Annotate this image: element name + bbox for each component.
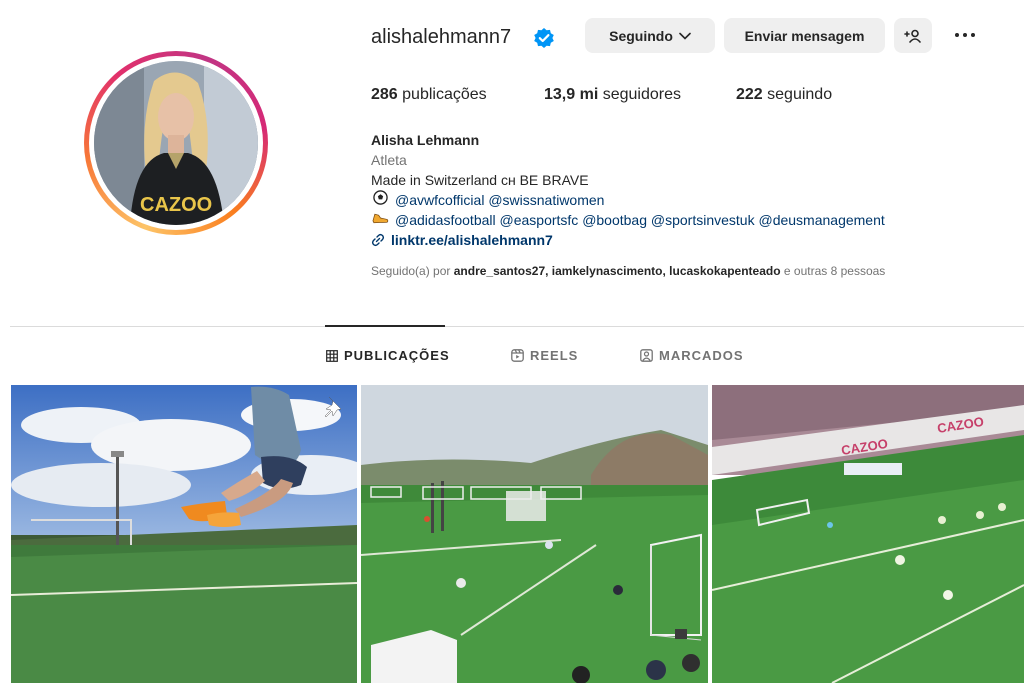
- following-count: 222: [736, 86, 763, 103]
- svg-text:CAZOO: CAZOO: [140, 194, 212, 216]
- followed-by-names: andre_santos27, iamkelynascimento, lucas…: [453, 264, 781, 278]
- post-image: CAZOO CAZOO: [712, 385, 1024, 683]
- external-link-text: linktr.ee/alishalehmann7: [391, 232, 553, 248]
- clubs-mentions[interactable]: @avwfcofficial @swissnatiwomen: [395, 190, 604, 210]
- suggested-users-button[interactable]: [894, 18, 932, 53]
- dot: [971, 33, 975, 37]
- followers-count: 13,9 mi: [544, 86, 599, 103]
- bio-line-sponsors: @adidasfootball @easportsfc @bootbag @sp…: [371, 210, 885, 230]
- dot: [963, 33, 967, 37]
- send-message-button[interactable]: Enviar mensagem: [724, 18, 885, 53]
- add-user-icon: [904, 29, 921, 43]
- posts-count: 286: [371, 86, 398, 103]
- post-image: [361, 385, 708, 683]
- active-tab-indicator: [325, 325, 445, 327]
- tab-tagged[interactable]: MARCADOS: [640, 348, 744, 363]
- bio: Alisha Lehmann Atleta Made in Switzerlan…: [371, 130, 885, 250]
- following-label: seguindo: [767, 86, 833, 103]
- football-boot-icon: [371, 210, 389, 230]
- post-image: [11, 385, 357, 683]
- tab-posts-label: PUBLICAÇÕES: [344, 348, 450, 363]
- post-thumbnail[interactable]: [11, 385, 357, 683]
- tab-reels[interactable]: REELS: [511, 348, 578, 363]
- post-thumbnail[interactable]: [361, 385, 708, 683]
- tab-reels-label: REELS: [530, 348, 579, 363]
- external-link[interactable]: linktr.ee/alishalehmann7: [371, 230, 885, 250]
- bio-line-clubs: @avwfcofficial @swissnatiwomen: [371, 190, 885, 210]
- full-name: Alisha Lehmann: [371, 132, 480, 148]
- verified-badge-icon: [534, 28, 554, 48]
- tagged-icon: [640, 349, 653, 362]
- following-stat[interactable]: 222 seguindo: [736, 86, 832, 104]
- tab-posts[interactable]: PUBLICAÇÕES: [326, 348, 450, 363]
- story-ring[interactable]: CAZOO: [84, 51, 268, 235]
- avatar[interactable]: CAZOO: [94, 61, 258, 225]
- following-button-label: Seguindo: [609, 27, 673, 44]
- more-options-icon[interactable]: [950, 24, 980, 46]
- reels-icon: [511, 349, 524, 362]
- posts-label: publicações: [402, 86, 487, 103]
- tab-tagged-label: MARCADOS: [659, 348, 744, 363]
- divider: [10, 326, 1024, 327]
- avatar-gap: CAZOO: [89, 56, 263, 230]
- bio-line: Made in Switzerland ᴄʜ BE BRAVE: [371, 172, 589, 188]
- category-label: Atleta: [371, 152, 407, 168]
- following-button[interactable]: Seguindo: [585, 18, 715, 53]
- avatar-photo: CAZOO: [94, 61, 258, 225]
- followers-label: seguidores: [602, 86, 681, 103]
- dot: [955, 33, 959, 37]
- posts-stat: 286 publicações: [371, 86, 487, 104]
- grid-icon: [326, 349, 338, 362]
- chevron-down-icon: [679, 32, 691, 40]
- send-message-button-label: Enviar mensagem: [744, 27, 865, 44]
- link-icon: [371, 233, 385, 247]
- username: alishalehmann7: [371, 26, 512, 48]
- post-thumbnail[interactable]: CAZOO CAZOO: [712, 385, 1024, 683]
- followed-by[interactable]: Seguido(a) por andre_santos27, iamkelyna…: [371, 264, 885, 278]
- followers-stat[interactable]: 13,9 mi seguidores: [544, 86, 681, 104]
- sponsors-mentions[interactable]: @adidasfootball @easportsfc @bootbag @sp…: [395, 210, 885, 230]
- followed-by-prefix: Seguido(a) por: [371, 264, 451, 278]
- soccer-ball-icon: [371, 190, 389, 210]
- followed-by-suffix: e outras 8 pessoas: [783, 264, 886, 278]
